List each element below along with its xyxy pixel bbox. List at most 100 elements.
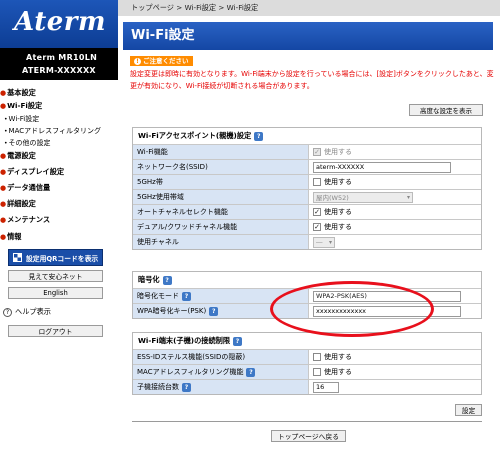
logout-button[interactable]: ログアウト <box>8 325 103 337</box>
wpa-key-input[interactable]: xxxxxxxxxxxxx <box>313 305 461 317</box>
nav-wifi-settings[interactable]: ●Wi-Fi設定 <box>0 101 42 111</box>
mac-filter-field: 使用する <box>309 365 481 379</box>
auto-channel-checkbox[interactable] <box>313 208 321 216</box>
mac-filter-label: MACアドレスフィルタリング機能? <box>133 365 309 379</box>
page-title: Wi-Fi設定 <box>123 22 493 50</box>
back-to-top-button[interactable]: トップページへ戻る <box>271 430 346 442</box>
nav-display-settings[interactable]: ●ディスプレイ設定 <box>0 167 64 177</box>
bullet-icon: • <box>4 140 8 147</box>
band-5ghz-range-label: 5GHz使用帯域 <box>133 190 309 204</box>
nav-sub-other-settings[interactable]: •その他の設定 <box>4 138 51 148</box>
bullet-icon: ● <box>0 152 7 160</box>
bullet-icon: ● <box>0 216 7 224</box>
encryption-mode-label: 暗号化モード? <box>133 289 309 303</box>
dual-channel-checkbox[interactable] <box>313 223 321 231</box>
table-row: ネットワーク名(SSID) aterm-XXXXXX <box>133 159 481 174</box>
wifi-function-field: 使用する <box>309 145 481 159</box>
band-5ghz-checkbox[interactable] <box>313 178 321 186</box>
device-name: ATERM-XXXXXX <box>22 66 96 75</box>
notice-badge: ! ご注意ください <box>130 56 193 66</box>
ssid-input[interactable]: aterm-XXXXXX <box>313 161 451 173</box>
band-5ghz-label: 5GHz帯 <box>133 175 309 189</box>
bullet-icon: ● <box>0 184 7 192</box>
nav-data-usage[interactable]: ●データ通信量 <box>0 183 50 193</box>
bullet-icon: ● <box>0 102 7 110</box>
channel-label: 使用チャネル <box>133 235 309 249</box>
encryption-mode-select[interactable]: WPA2-PSK(AES) <box>313 290 461 302</box>
bullet-icon: ● <box>0 233 7 241</box>
essid-stealth-checkbox[interactable] <box>313 353 321 361</box>
show-advanced-settings-button[interactable]: 高度な設定を表示 <box>409 104 483 116</box>
mac-filter-checkbox[interactable] <box>313 368 321 376</box>
ssid-field: aterm-XXXXXX <box>309 160 481 174</box>
help-icon[interactable]: ? <box>233 336 243 346</box>
auto-channel-label: オートチャネルセレクト機能 <box>133 205 309 219</box>
help-icon[interactable]: ? <box>162 275 172 285</box>
sidebar: Aterm Aterm MR10LN ATERM-XXXXXX ●基本設定 ●W… <box>0 0 118 461</box>
dual-channel-field: 使用する <box>309 220 481 234</box>
help-icon[interactable]: ? <box>182 291 191 301</box>
channel-field: ― ▾ <box>309 235 481 249</box>
client-restriction-section: Wi-Fi端末(子機)の接続制限? ESS-IDステルス機能(SSIDの隠蔽) … <box>132 332 482 395</box>
bullet-icon: ● <box>0 200 7 208</box>
nav-maintenance[interactable]: ●メンテナンス <box>0 215 50 225</box>
wpa-key-field: xxxxxxxxxxxxx <box>309 304 481 318</box>
table-row: ESS-IDステルス機能(SSIDの隠蔽) 使用する <box>133 349 481 364</box>
access-point-section: Wi-Fiアクセスポイント(親機)設定? Wi-Fi機能 使用する ネットワーク… <box>132 127 482 250</box>
notice-text: 設定変更は即時に有効となります。Wi-Fi端末から設定を行っている場合には、[設… <box>130 70 494 90</box>
chevron-down-icon: ▾ <box>406 193 410 201</box>
nav-power-settings[interactable]: ●電源設定 <box>0 151 36 161</box>
english-button[interactable]: English <box>8 287 103 299</box>
table-row: Wi-Fi機能 使用する <box>133 144 481 159</box>
qr-code-icon <box>13 253 22 262</box>
save-settings-button[interactable]: 設定 <box>455 404 482 416</box>
band-5ghz-range-select: 屋内(W52) ▾ <box>313 191 413 203</box>
table-row: 5GHz帯 使用する <box>133 174 481 189</box>
model-name: Aterm MR10LN <box>26 53 98 62</box>
encryption-mode-field: WPA2-PSK(AES) <box>309 289 481 303</box>
section-heading: Wi-Fi端末(子機)の接続制限? <box>133 333 481 349</box>
help-icon[interactable]: ? <box>254 131 264 141</box>
aterm-logo: Aterm <box>14 7 106 37</box>
table-row: 子機接続台数? 16 <box>133 379 481 394</box>
divider <box>132 421 482 422</box>
help-toggle[interactable]: ? ヘルプ表示 <box>3 307 51 317</box>
wifi-function-label: Wi-Fi機能 <box>133 145 309 159</box>
wifi-function-checkbox <box>313 148 321 156</box>
table-row: MACアドレスフィルタリング機能? 使用する <box>133 364 481 379</box>
nav-advanced-settings[interactable]: ●詳細設定 <box>0 199 36 209</box>
bullet-icon: ● <box>0 168 7 176</box>
section-heading: 暗号化? <box>133 272 481 288</box>
chevron-down-icon: ▾ <box>328 238 332 246</box>
bullet-icon: ● <box>0 89 7 97</box>
client-count-label: 子機接続台数? <box>133 380 309 394</box>
client-count-input[interactable]: 16 <box>313 381 339 393</box>
nav-info[interactable]: ●情報 <box>0 232 22 242</box>
logo-area: Aterm <box>0 0 118 48</box>
nav-sub-wifi-settings[interactable]: •Wi-Fi設定 <box>4 114 39 124</box>
table-row: 5GHz使用帯域 屋内(W52) ▾ <box>133 189 481 204</box>
mimamori-button[interactable]: 見えて安心ネット <box>8 270 103 282</box>
band-5ghz-field: 使用する <box>309 175 481 189</box>
table-row: オートチャネルセレクト機能 使用する <box>133 204 481 219</box>
essid-stealth-label: ESS-IDステルス機能(SSIDの隠蔽) <box>133 350 309 364</box>
wpa-key-label: WPA暗号化キー(PSK)? <box>133 304 309 318</box>
band-5ghz-range-field: 屋内(W52) ▾ <box>309 190 481 204</box>
bullet-icon: • <box>4 116 8 123</box>
nav-basic-settings[interactable]: ●基本設定 <box>0 88 36 98</box>
breadcrumb[interactable]: トップページ > Wi-Fi設定 > Wi-Fi設定 <box>118 0 500 16</box>
bullet-icon: • <box>4 128 8 135</box>
question-icon: ? <box>3 307 12 317</box>
section-heading: Wi-Fiアクセスポイント(親機)設定? <box>133 128 481 144</box>
nav-sub-mac-filtering[interactable]: •MACアドレスフィルタリング <box>4 126 101 136</box>
table-row: WPA暗号化キー(PSK)? xxxxxxxxxxxxx <box>133 303 481 318</box>
help-icon[interactable]: ? <box>209 306 219 316</box>
help-icon[interactable]: ? <box>246 367 256 377</box>
auto-channel-field: 使用する <box>309 205 481 219</box>
table-row: 暗号化モード? WPA2-PSK(AES) <box>133 288 481 303</box>
table-row: 使用チャネル ― ▾ <box>133 234 481 249</box>
help-icon[interactable]: ? <box>182 382 191 392</box>
model-info: Aterm MR10LN ATERM-XXXXXX <box>0 48 118 80</box>
show-qr-code-button[interactable]: 設定用QRコードを表示 <box>8 249 103 266</box>
dual-channel-label: デュアル/クワッドチャネル機能 <box>133 220 309 234</box>
